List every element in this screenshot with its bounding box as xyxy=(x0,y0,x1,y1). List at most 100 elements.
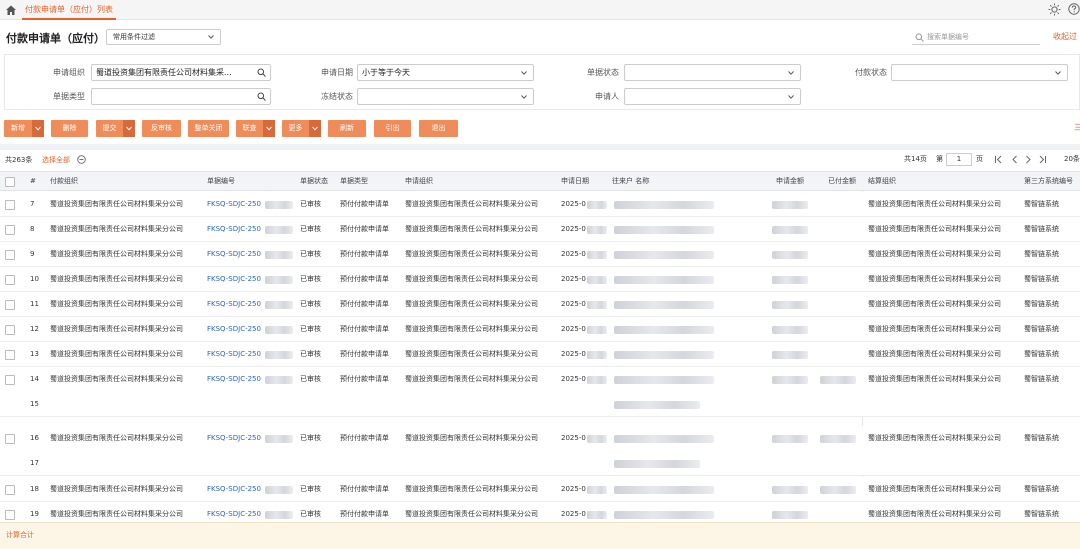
cell-bill-type: 预付付款申请单 xyxy=(340,225,389,233)
redacted-date-suffix xyxy=(587,201,607,209)
table-row[interactable]: 12 蜀道投资集团有限责任公司材料集采分公司 FKSQ-SDJC-250 已审核 预付付… xyxy=(0,317,1080,342)
redacted-date-suffix xyxy=(587,351,607,359)
cell-bill-no[interactable]: FKSQ-SDJC-250 xyxy=(207,477,265,502)
exit-button[interactable]: 退出 xyxy=(419,120,458,137)
row-checkbox[interactable] xyxy=(5,300,15,310)
redacted-partner-name xyxy=(614,301,714,309)
table-row[interactable]: 8 蜀道投资集团有限责任公司材料集采分公司 FKSQ-SDJC-250 已审核 预付付款… xyxy=(0,217,1080,242)
page-number-input[interactable]: 1 xyxy=(946,153,972,166)
export-button[interactable]: 引出 xyxy=(374,120,411,137)
tab-payment-list[interactable]: 付款申请单（应付）列表 xyxy=(22,0,116,20)
table-row[interactable]: 7 蜀道投资集团有限责任公司材料集采分公司 FKSQ-SDJC-250 已审核 预付付款… xyxy=(0,192,1080,217)
cell-bill-no[interactable]: FKSQ-SDJC-250 xyxy=(207,426,265,451)
col-bill-status[interactable]: 单据状态 xyxy=(300,172,328,192)
collapse-link[interactable]: 收起过 xyxy=(1053,31,1077,43)
row-checkbox[interactable] xyxy=(5,250,15,260)
common-filter-select[interactable]: 常用条件过滤 xyxy=(106,29,221,45)
date-label: 申请日期 xyxy=(321,68,353,77)
prev-page-icon[interactable] xyxy=(1010,155,1019,164)
table-row[interactable]: 13 蜀道投资集团有限责任公司材料集采分公司 FKSQ-SDJC-250 已审核 预付付… xyxy=(0,342,1080,367)
org-input[interactable]: 蜀道投资集团有限责任公司材料集采... xyxy=(91,64,271,81)
cell-bill-no[interactable]: FKSQ-SDJC-250 xyxy=(207,342,265,367)
status-select[interactable] xyxy=(624,64,801,81)
more-button[interactable]: 更多 xyxy=(282,120,321,137)
cell-pay-org: 蜀道投资集团有限责任公司材料集采分公司 xyxy=(50,350,183,358)
first-page-icon[interactable] xyxy=(994,155,1003,164)
table-row[interactable]: 18 蜀道投资集团有限责任公司材料集采分公司 FKSQ-SDJC-250 已审核 预付付… xyxy=(0,477,1080,502)
redacted-partner-name xyxy=(614,435,714,443)
home-icon[interactable] xyxy=(5,4,17,16)
unaudit-button[interactable]: 反审核 xyxy=(142,120,181,137)
submit-dropdown[interactable] xyxy=(123,120,135,137)
bill-search-input[interactable]: 搜索单据编号 xyxy=(912,30,1040,45)
col-paid-amount[interactable]: 已付金额 xyxy=(828,172,856,192)
col-bill-no[interactable]: 单据编号 xyxy=(207,172,235,192)
link-query-button[interactable]: 联查 xyxy=(236,120,275,137)
col-settle-org[interactable]: 结算组织 xyxy=(868,172,896,192)
delete-button[interactable]: 删除 xyxy=(51,120,88,137)
cell-bill-no[interactable]: FKSQ-SDJC-250 xyxy=(207,192,265,217)
minus-circle-icon[interactable] xyxy=(77,155,86,164)
date-select[interactable]: 小于等于今天 xyxy=(357,64,534,81)
cell-bill-no[interactable]: FKSQ-SDJC-250 xyxy=(207,367,265,392)
chevron-down-icon xyxy=(208,35,214,39)
row-checkbox[interactable] xyxy=(5,375,15,385)
freeze-select[interactable] xyxy=(357,88,534,105)
col-apply-date[interactable]: 申请日期 xyxy=(561,172,589,192)
link-query-dropdown[interactable] xyxy=(263,120,275,137)
cell-bill-type: 预付付款申请单 xyxy=(340,325,389,333)
row-checkbox[interactable] xyxy=(5,510,15,520)
help-icon[interactable] xyxy=(1068,3,1080,15)
col-apply-amount[interactable]: 申请金额 xyxy=(776,172,804,192)
cell-apply-date: 2025-0 xyxy=(561,200,586,208)
table-row[interactable]: 10 蜀道投资集团有限责任公司材料集采分公司 FKSQ-SDJC-250 已审核 预付付… xyxy=(0,267,1080,292)
page-size[interactable]: 20条 xyxy=(1064,154,1080,165)
cell-index: 13 xyxy=(30,350,39,358)
new-dropdown[interactable] xyxy=(32,120,44,137)
col-third-party[interactable]: 第三方系统编号 xyxy=(1024,172,1073,192)
select-all-link[interactable]: 选择全部 xyxy=(42,155,70,165)
type-input[interactable] xyxy=(91,88,271,105)
new-button[interactable]: 新增 xyxy=(4,120,44,137)
cell-bill-type: 预付付款申请单 xyxy=(340,300,389,308)
col-apply-org[interactable]: 申请组织 xyxy=(405,172,433,192)
row-checkbox[interactable] xyxy=(5,200,15,210)
pay-status-select[interactable] xyxy=(891,64,1068,81)
table-row[interactable]: 11 蜀道投资集团有限责任公司材料集采分公司 FKSQ-SDJC-250 已审核 预付付… xyxy=(0,292,1080,317)
cell-bill-no[interactable]: FKSQ-SDJC-250 xyxy=(207,292,265,317)
refresh-button[interactable]: 刷新 xyxy=(328,120,366,137)
row-checkbox[interactable] xyxy=(5,485,15,495)
row-checkbox[interactable] xyxy=(5,325,15,335)
row-checkbox[interactable] xyxy=(5,275,15,285)
applicant-select[interactable] xyxy=(624,88,801,105)
cell-status: 已审核 xyxy=(300,225,321,233)
last-page-icon[interactable] xyxy=(1038,155,1047,164)
table-row[interactable]: 9 蜀道投资集团有限责任公司材料集采分公司 FKSQ-SDJC-250 已审核 预付付款… xyxy=(0,242,1080,267)
table-row[interactable]: 19 蜀道投资集团有限责任公司材料集采分公司 FKSQ-SDJC-250 已审核 预付付… xyxy=(0,502,1080,522)
cell-bill-no[interactable]: FKSQ-SDJC-250 xyxy=(207,267,265,292)
cell-apply-org: 蜀道投资集团有限责任公司材料集采分公司 xyxy=(405,300,538,308)
col-partner[interactable]: 往来户 名称 xyxy=(612,172,649,192)
cell-index: 8 xyxy=(30,225,35,233)
table-row[interactable]: 17 xyxy=(0,451,1080,476)
cell-bill-no[interactable]: FKSQ-SDJC-250 xyxy=(207,502,265,522)
cell-bill-no[interactable]: FKSQ-SDJC-250 xyxy=(207,242,265,267)
col-bill-type[interactable]: 单据类型 xyxy=(340,172,368,192)
search-icon[interactable] xyxy=(257,92,266,101)
more-dropdown[interactable] xyxy=(309,120,321,137)
header-checkbox[interactable] xyxy=(5,177,15,187)
search-icon[interactable] xyxy=(257,68,266,77)
toolbar-more-link[interactable]: 三 xyxy=(1074,122,1080,133)
row-checkbox[interactable] xyxy=(5,350,15,360)
table-row[interactable]: 15 xyxy=(0,392,1080,417)
cell-third-party: 蜀智链系统 xyxy=(1024,300,1059,308)
cell-bill-no[interactable]: FKSQ-SDJC-250 xyxy=(207,317,265,342)
cell-bill-no[interactable]: FKSQ-SDJC-250 xyxy=(207,217,265,242)
next-page-icon[interactable] xyxy=(1024,155,1033,164)
close-bill-button[interactable]: 整单关闭 xyxy=(188,120,229,137)
sun-icon[interactable] xyxy=(1048,3,1061,16)
col-pay-org[interactable]: 付款组织 xyxy=(50,172,78,192)
row-checkbox[interactable] xyxy=(5,225,15,235)
submit-button[interactable]: 提交 xyxy=(96,120,135,137)
row-checkbox[interactable] xyxy=(5,434,15,444)
